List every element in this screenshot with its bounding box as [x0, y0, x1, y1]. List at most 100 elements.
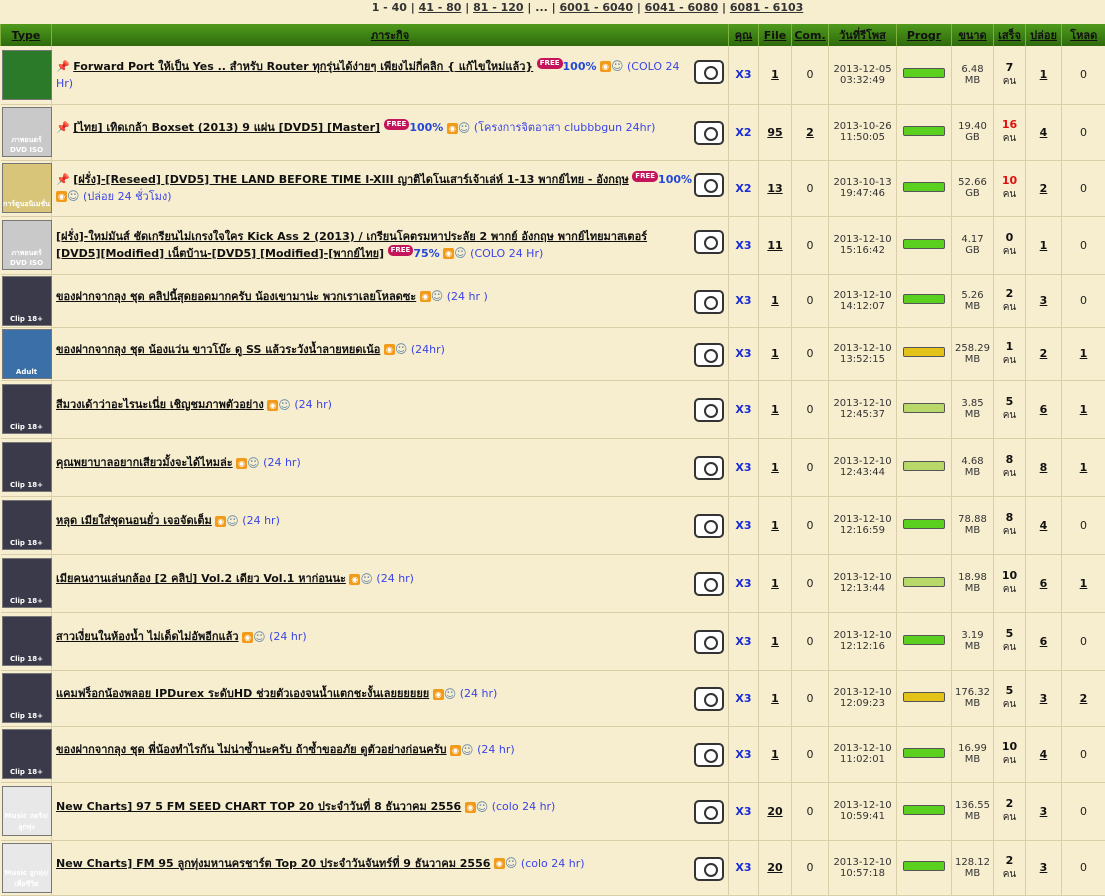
- category-thumbnail[interactable]: Clip 18+: [2, 442, 52, 492]
- screenshot-camera-icon[interactable]: [694, 173, 724, 197]
- file-count-link[interactable]: 1: [771, 748, 779, 761]
- leechers-link[interactable]: 6: [1040, 577, 1048, 590]
- category-thumbnail[interactable]: ภาพยนตร์ DVD ISO: [2, 107, 52, 157]
- rss-icon[interactable]: ◉: [494, 858, 505, 869]
- screenshot-camera-icon[interactable]: [694, 630, 724, 654]
- category-thumbnail[interactable]: Clip 18+: [2, 729, 52, 779]
- leechers-link[interactable]: 4: [1040, 519, 1048, 532]
- torrent-title-link[interactable]: หลุด เมียใส่ชุดนอนยั่ว เจอจัดเต็ม: [56, 514, 212, 527]
- torrent-title-link[interactable]: สีมวงเด้าว่าอะไรนะเนี่ย เชิญชมภาพตัวอย่า…: [56, 398, 264, 411]
- file-count-link[interactable]: 1: [771, 635, 779, 648]
- file-count-link[interactable]: 1: [771, 692, 779, 705]
- leechers-link[interactable]: 4: [1040, 126, 1048, 139]
- torrent-title-link[interactable]: New Charts] FM 95 ลูกทุ่งมหานครชาร์ต Top…: [56, 857, 490, 870]
- col-class[interactable]: คุณ: [729, 24, 759, 46]
- torrent-title-link[interactable]: คุณพยาบาลอยากเสียวมั้งจะได้ไหมล่ะ: [56, 456, 233, 469]
- screenshot-camera-icon[interactable]: [694, 60, 724, 84]
- torrent-title-link[interactable]: เมียคนงานเล่นกล้อง [2 คลิป] Vol.2 เดียว …: [56, 572, 346, 585]
- screenshot-camera-icon[interactable]: [694, 514, 724, 538]
- rss-icon[interactable]: ◉: [600, 61, 611, 72]
- screenshot-camera-icon[interactable]: [694, 687, 724, 711]
- category-thumbnail[interactable]: ภาพยนตร์ DVD ISO: [2, 220, 52, 270]
- category-thumbnail[interactable]: Clip 18+: [2, 616, 52, 666]
- category-thumbnail[interactable]: Clip 18+: [2, 500, 52, 550]
- file-count-link[interactable]: 1: [771, 519, 779, 532]
- torrent-title-link[interactable]: สาวเงี่ยนในห้องน้ำ ไม่เด็ดไม่อัพอีกแล้ว: [56, 630, 239, 643]
- col-file[interactable]: File: [759, 24, 792, 46]
- torrent-title-link[interactable]: Forward Port ให้เป็น Yes .. สำหรับ Route…: [73, 60, 533, 73]
- category-thumbnail[interactable]: Clip 18+: [2, 276, 52, 326]
- rss-icon[interactable]: ◉: [465, 802, 476, 813]
- category-thumbnail[interactable]: การ์ตูนอนิเมชั่น: [2, 163, 52, 213]
- file-count-link[interactable]: 13: [767, 182, 782, 195]
- screenshot-camera-icon[interactable]: [694, 230, 724, 254]
- pager-link[interactable]: 6001 - 6040: [560, 1, 633, 14]
- rss-icon[interactable]: ◉: [56, 191, 67, 202]
- rss-icon[interactable]: ◉: [384, 344, 395, 355]
- rss-icon[interactable]: ◉: [267, 400, 278, 411]
- downloads-link[interactable]: 1: [1080, 403, 1088, 416]
- col-leechers[interactable]: ปล่อย: [1026, 24, 1062, 46]
- leechers-link[interactable]: 1: [1040, 68, 1048, 81]
- rss-icon[interactable]: ◉: [236, 458, 247, 469]
- leechers-link[interactable]: 2: [1040, 182, 1048, 195]
- col-title[interactable]: ภาระกิจ: [52, 24, 729, 46]
- rss-icon[interactable]: ◉: [242, 632, 253, 643]
- leechers-link[interactable]: 8: [1040, 461, 1048, 474]
- rss-icon[interactable]: ◉: [443, 248, 454, 259]
- file-count-link[interactable]: 11: [767, 239, 782, 252]
- pager-link[interactable]: 6081 - 6103: [730, 1, 803, 14]
- torrent-title-link[interactable]: [ฝรั่ง]-ใหม่มันส์ ชัดเกรียนไม่เกรงใจใคร …: [56, 230, 647, 260]
- category-thumbnail[interactable]: Clip 18+: [2, 558, 52, 608]
- rss-icon[interactable]: ◉: [215, 516, 226, 527]
- downloads-link[interactable]: 1: [1080, 577, 1088, 590]
- col-date[interactable]: วันที่รีโพส: [829, 24, 897, 46]
- col-size[interactable]: ขนาด: [952, 24, 994, 46]
- col-type[interactable]: Type: [1, 24, 52, 46]
- rss-icon[interactable]: ◉: [450, 745, 461, 756]
- file-count-link[interactable]: 1: [771, 347, 779, 360]
- torrent-title-link[interactable]: [ไทย] เทิดเกล้า Boxset (2013) 9 แผ่น [DV…: [73, 121, 380, 134]
- rss-icon[interactable]: ◉: [349, 574, 360, 585]
- col-seeders[interactable]: เสร็จ: [994, 24, 1026, 46]
- pager-link[interactable]: 41 - 80: [419, 1, 462, 14]
- leechers-link[interactable]: 3: [1040, 861, 1048, 874]
- torrent-title-link[interactable]: แคมฟร็อกน้องพลอย IPDurex ระดับHD ช่วยตัว…: [56, 687, 429, 700]
- leechers-link[interactable]: 3: [1040, 692, 1048, 705]
- torrent-title-link[interactable]: ของฝากจากลุง ชุด คลิปนี้สุดยอดมากครับ น้…: [56, 290, 416, 303]
- file-count-link[interactable]: 1: [771, 294, 779, 307]
- screenshot-camera-icon[interactable]: [694, 290, 724, 314]
- col-comments[interactable]: Com.: [792, 24, 829, 46]
- file-count-link[interactable]: 95: [767, 126, 782, 139]
- leechers-link[interactable]: 2: [1040, 347, 1048, 360]
- leechers-link[interactable]: 6: [1040, 403, 1048, 416]
- file-count-link[interactable]: 1: [771, 577, 779, 590]
- screenshot-camera-icon[interactable]: [694, 121, 724, 145]
- screenshot-camera-icon[interactable]: [694, 343, 724, 367]
- screenshot-camera-icon[interactable]: [694, 456, 724, 480]
- rss-icon[interactable]: ◉: [447, 123, 458, 134]
- file-count-link[interactable]: 20: [767, 805, 782, 818]
- screenshot-camera-icon[interactable]: [694, 857, 724, 881]
- screenshot-camera-icon[interactable]: [694, 800, 724, 824]
- screenshot-camera-icon[interactable]: [694, 743, 724, 767]
- pager-link[interactable]: 81 - 120: [473, 1, 524, 14]
- category-thumbnail[interactable]: Clip 18+: [2, 673, 52, 723]
- file-count-link[interactable]: 20: [767, 861, 782, 874]
- comment-count-link[interactable]: 2: [806, 126, 814, 139]
- downloads-link[interactable]: 2: [1080, 692, 1088, 705]
- leechers-link[interactable]: 4: [1040, 748, 1048, 761]
- rss-icon[interactable]: ◉: [433, 689, 444, 700]
- leechers-link[interactable]: 3: [1040, 805, 1048, 818]
- col-downloads[interactable]: โหลด: [1062, 24, 1105, 46]
- leechers-link[interactable]: 6: [1040, 635, 1048, 648]
- torrent-title-link[interactable]: [ฝรั่ง]-[Reseed] [DVD5] THE LAND BEFORE …: [73, 173, 629, 186]
- torrent-title-link[interactable]: New Charts] 97 5 FM SEED CHART TOP 20 ปร…: [56, 800, 461, 813]
- leechers-link[interactable]: 1: [1040, 239, 1048, 252]
- file-count-link[interactable]: 1: [771, 403, 779, 416]
- downloads-link[interactable]: 1: [1080, 347, 1088, 360]
- torrent-title-link[interactable]: ของฝากจากลุง ชุด พี่น้องทำไรกัน ไม่น่าซ้…: [56, 743, 447, 756]
- file-count-link[interactable]: 1: [771, 461, 779, 474]
- screenshot-camera-icon[interactable]: [694, 398, 724, 422]
- screenshot-camera-icon[interactable]: [694, 572, 724, 596]
